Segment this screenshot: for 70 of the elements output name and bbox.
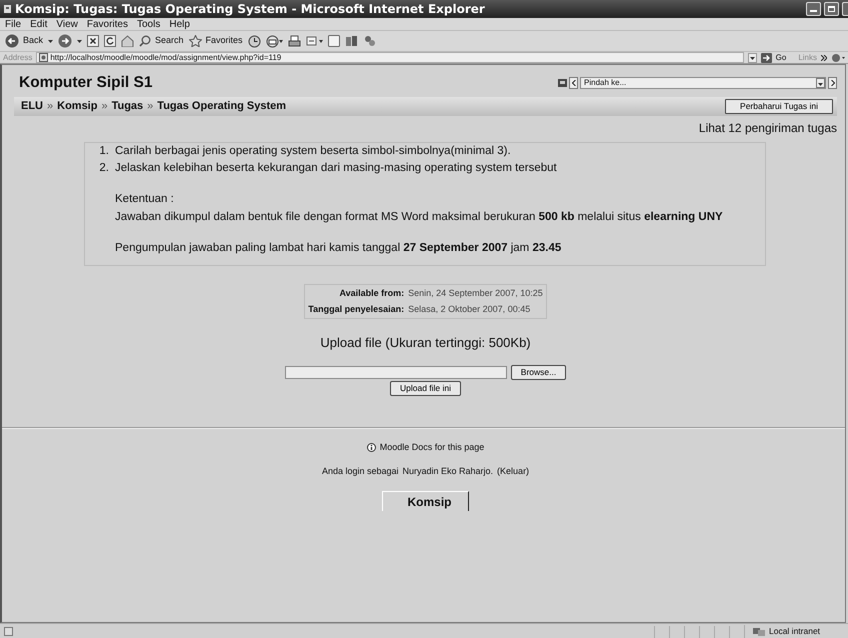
course-title: Komputer Sipil S1	[19, 74, 152, 93]
info-icon	[366, 442, 376, 452]
date-value: Senin, 24 September 2007, 10:25	[407, 287, 544, 300]
dropdown-arrow-icon[interactable]	[77, 40, 82, 42]
history-icon[interactable]	[248, 34, 261, 48]
toolbar-extension-icon[interactable]	[831, 52, 845, 62]
note-text: Jawaban dikumpul dalam bentuk file dengan format MS Word maksimal berukuran 500 kb melalui situs elearning UNY	[115, 210, 724, 225]
breadcrumb-separator: »	[147, 98, 154, 114]
upload-title: Upload file (Ukuran tertinggi: 500Kb)	[319, 334, 532, 352]
maximize-button[interactable]	[824, 2, 839, 16]
stop-icon[interactable]	[87, 35, 100, 47]
address-label: Address	[3, 52, 32, 64]
navigation-icon[interactable]	[558, 79, 567, 88]
favorites-button[interactable]: Favorites	[188, 34, 243, 48]
chevron-icon[interactable]	[821, 54, 827, 60]
printer-icon[interactable]	[288, 34, 301, 48]
previous-button[interactable]	[569, 77, 578, 90]
date-label: Tanggal penyelesaian:	[307, 302, 406, 316]
logout-link[interactable]: (Keluar)	[497, 465, 530, 479]
network-icon	[753, 627, 765, 636]
submissions-link[interactable]: Lihat 12 pengiriman tugas	[698, 120, 837, 135]
login-text: Anda login sebagai	[322, 465, 398, 478]
dropdown-arrow-icon[interactable]	[48, 40, 54, 42]
refresh-icon[interactable]	[104, 35, 116, 47]
back-button[interactable]: Back	[5, 34, 44, 48]
next-button[interactable]	[828, 77, 837, 90]
address-field[interactable]: http://localhost/moodle/moodle/mod/assignment/view.php?id=119	[36, 52, 744, 63]
update-assignment-button[interactable]: Perbaharui Tugas ini	[725, 98, 833, 114]
breadcrumb-link[interactable]: Komsip	[57, 98, 98, 114]
dropdown-arrow-icon	[818, 82, 823, 86]
browse-button[interactable]: Browse...	[510, 364, 566, 380]
task-item: Carilah berbagai jenis operating system beserta simbol-simbolnya(minimal 3).	[115, 144, 511, 159]
window-title: Komsip: Tugas: Tugas Operating System - Microsoft Internet Explorer	[15, 2, 485, 16]
right-chevron-icon	[830, 80, 834, 86]
zone-status: Local intranet	[744, 625, 844, 638]
search-icon	[139, 35, 152, 47]
home-link[interactable]: Komsip	[382, 490, 468, 511]
app-icon	[3, 4, 12, 14]
left-chevron-icon	[572, 80, 576, 86]
note-text: Pengumpulan jawaban paling lambat hari kamis tanggal 27 September 2007 jam 23.45	[115, 240, 562, 256]
breadcrumb-current: Tugas Operating System	[157, 98, 286, 114]
go-button[interactable]: Go	[760, 52, 786, 64]
menu-item[interactable]: Tools	[136, 16, 160, 32]
breadcrumb-separator: »	[47, 98, 54, 114]
upload-button[interactable]: Upload file ini	[390, 380, 462, 396]
task-item: Jelaskan kelebihan beserta kekurangan dari masing-masing operating system tersebut	[115, 161, 557, 176]
date-label: Available from:	[338, 287, 406, 300]
task-number: 2.	[98, 161, 110, 176]
page-icon	[4, 627, 13, 636]
breadcrumb-link[interactable]: ELU	[21, 98, 43, 114]
go-arrow-icon	[760, 52, 772, 62]
user-link[interactable]: Nuryadin Eko Raharjo.	[402, 465, 494, 479]
menu-item[interactable]: View	[56, 16, 78, 32]
jump-select[interactable]: Pindah ke...	[580, 77, 826, 90]
file-input-field[interactable]	[284, 366, 507, 379]
docs-link[interactable]: Moodle Docs for this page	[366, 440, 484, 454]
menu-item[interactable]: File	[5, 16, 22, 32]
home-icon[interactable]	[121, 35, 134, 47]
task-number: 1.	[98, 144, 110, 159]
menu-item[interactable]: Edit	[30, 16, 48, 32]
breadcrumb-separator: »	[101, 98, 108, 114]
menu-item[interactable]: Favorites	[86, 16, 128, 32]
date-value: Selasa, 2 Oktober 2007, 00:45	[407, 302, 532, 316]
minimize-button[interactable]	[806, 2, 821, 16]
star-icon	[188, 35, 202, 47]
search-button[interactable]: Search	[139, 34, 184, 48]
menu-item[interactable]: Help	[169, 16, 190, 32]
breadcrumb-link[interactable]: Tugas	[112, 98, 144, 114]
note-text: Ketentuan :	[115, 192, 175, 208]
close-button[interactable]	[842, 2, 848, 16]
